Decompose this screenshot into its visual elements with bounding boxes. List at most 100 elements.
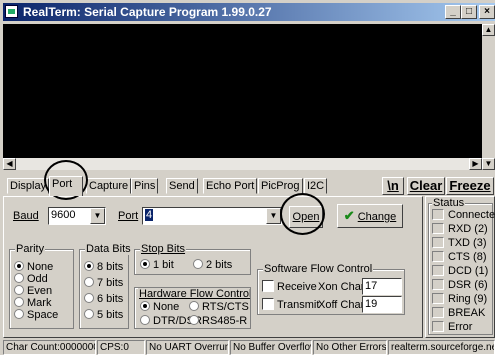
- data-bits-5-radio[interactable]: 5 bits: [84, 309, 123, 321]
- xon-value: 17: [365, 280, 378, 292]
- tab-echo-port[interactable]: Echo Port: [203, 178, 258, 194]
- radio-label: RS485-R: [202, 315, 248, 327]
- stop-bits-title: Stop Bits: [140, 243, 187, 255]
- scroll-left-icon[interactable]: ◀: [3, 158, 16, 170]
- tab-label: Display: [10, 180, 47, 192]
- status-panel: Status Connected RXD (2) TXD (3) CTS (8)…: [425, 196, 495, 338]
- radio-label: Odd: [27, 273, 48, 285]
- receive-checkbox[interactable]: Receive: [262, 280, 317, 293]
- stop-bits-2-radio[interactable]: 2 bits: [193, 259, 232, 271]
- hw-flow-none-radio[interactable]: None: [140, 301, 179, 313]
- terminal-display[interactable]: [3, 24, 482, 158]
- tab-send[interactable]: Send: [166, 178, 198, 194]
- chevron-down-icon[interactable]: ▼: [266, 208, 281, 224]
- maximize-button[interactable]: □: [461, 5, 477, 19]
- tab-port[interactable]: Port: [49, 176, 83, 196]
- dcd-led: [432, 265, 444, 276]
- minimize-icon: _: [450, 6, 456, 17]
- port-panel: Baud 9600 ▼ Port 4 ▼ Open ✔ Change Parit…: [3, 196, 423, 338]
- maximize-icon: □: [465, 6, 473, 17]
- vertical-scrollbar[interactable]: ▲ ▼: [482, 24, 495, 170]
- radio-label: 7 bits: [97, 277, 124, 289]
- clear-button[interactable]: Clear: [407, 177, 445, 195]
- stop-bits-1-radio[interactable]: 1 bit: [140, 259, 174, 271]
- xon-char-input[interactable]: 17: [362, 278, 402, 295]
- app-icon: [5, 5, 18, 18]
- newline-label: \n: [387, 178, 399, 193]
- title-bar[interactable]: RealTerm: Serial Capture Program 1.99.0.…: [3, 3, 495, 21]
- break-led: [432, 307, 444, 318]
- port-value: 4: [145, 209, 154, 221]
- rxd-led: [432, 223, 444, 234]
- status-dcd: DCD (1): [448, 265, 489, 277]
- status-rxd: RXD (2): [448, 223, 488, 235]
- scroll-up-icon[interactable]: ▲: [482, 24, 495, 36]
- parity-mark-radio[interactable]: Mark: [14, 297, 51, 309]
- tab-capture[interactable]: Capture: [86, 178, 132, 194]
- software-flow-group: Software Flow Control Receive Xon Char: …: [257, 263, 405, 315]
- tab-label: Send: [169, 180, 195, 192]
- radio-label: Mark: [27, 297, 52, 309]
- parity-space-radio[interactable]: Space: [14, 309, 58, 321]
- char-count: Char Count:0000000: [3, 340, 96, 355]
- txd-led: [432, 237, 444, 248]
- freeze-button[interactable]: Freeze: [446, 177, 494, 195]
- newline-button[interactable]: \n: [382, 177, 404, 195]
- tab-display[interactable]: Display: [7, 178, 50, 194]
- parity-odd-radio[interactable]: Odd: [14, 273, 48, 285]
- data-bits-8-radio[interactable]: 8 bits: [84, 261, 123, 273]
- port-select[interactable]: 4 ▼: [142, 207, 282, 225]
- app-window: RealTerm: Serial Capture Program 1.99.0.…: [0, 0, 495, 355]
- status-txd: TXD (3): [448, 237, 487, 249]
- radio-label: 8 bits: [97, 261, 124, 273]
- parity-none-radio[interactable]: None: [14, 261, 53, 273]
- parity-group: Parity None Odd Even Mark Space: [9, 243, 74, 329]
- status-error: Error: [448, 321, 473, 333]
- status-bar: Char Count:0000000 CPS:0 No UART Overrun…: [3, 340, 495, 355]
- radio-label: 5 bits: [97, 309, 124, 321]
- tab-i2c[interactable]: I2C: [304, 178, 328, 194]
- scroll-right-icon[interactable]: ▶: [469, 158, 482, 170]
- transmit-label: Transmit: [277, 299, 320, 311]
- change-button[interactable]: ✔ Change: [337, 204, 403, 228]
- transmit-checkbox[interactable]: Transmit: [262, 298, 319, 311]
- baud-label: Baud: [13, 210, 39, 222]
- checkbox-icon[interactable]: [262, 280, 274, 292]
- hardware-flow-title: Hardware Flow Control: [138, 288, 251, 300]
- cts-led: [432, 251, 444, 262]
- tab-picprog[interactable]: PicProg: [258, 178, 303, 194]
- website-label: realterm.sourceforge.net: [388, 340, 495, 355]
- xoff-char-input[interactable]: 19: [362, 296, 402, 313]
- freeze-label: Freeze: [449, 178, 491, 193]
- clear-label: Clear: [409, 178, 443, 193]
- data-bits-7-radio[interactable]: 7 bits: [84, 277, 123, 289]
- parity-even-radio[interactable]: Even: [14, 285, 52, 297]
- hw-flow-rtscts-radio[interactable]: RTS/CTS: [189, 301, 249, 313]
- software-flow-title: Software Flow Control: [263, 263, 374, 275]
- tab-label: Echo Port: [206, 180, 255, 192]
- status-ring: Ring (9): [448, 293, 488, 305]
- port-label: Port: [118, 210, 139, 222]
- data-bits-title: Data Bits: [85, 243, 132, 255]
- scroll-down-icon[interactable]: ▼: [482, 158, 495, 170]
- radio-label: 1 bit: [153, 259, 174, 271]
- close-icon: ×: [484, 6, 490, 17]
- minimize-button[interactable]: _: [445, 5, 461, 19]
- hw-flow-rs485-radio[interactable]: RS485-R: [189, 315, 247, 327]
- data-bits-6-radio[interactable]: 6 bits: [84, 293, 123, 305]
- close-button[interactable]: ×: [479, 5, 495, 19]
- ring-led: [432, 293, 444, 304]
- checkbox-icon[interactable]: [262, 298, 274, 310]
- tab-label: Pins: [134, 180, 156, 192]
- checkmark-icon: ✔: [343, 208, 355, 223]
- tab-pins[interactable]: Pins: [131, 178, 159, 194]
- buffer-status: No Buffer Overflow: [230, 340, 312, 355]
- open-button[interactable]: Open: [289, 206, 323, 228]
- receive-label: Receive: [277, 281, 317, 293]
- dsr-led: [432, 279, 444, 290]
- xoff-label: Xoff Char:: [318, 299, 368, 311]
- tab-label: I2C: [307, 180, 325, 192]
- horizontal-scrollbar[interactable]: ◀ ▶: [3, 158, 482, 170]
- chevron-down-icon[interactable]: ▼: [90, 208, 105, 224]
- baud-select[interactable]: 9600 ▼: [48, 207, 106, 225]
